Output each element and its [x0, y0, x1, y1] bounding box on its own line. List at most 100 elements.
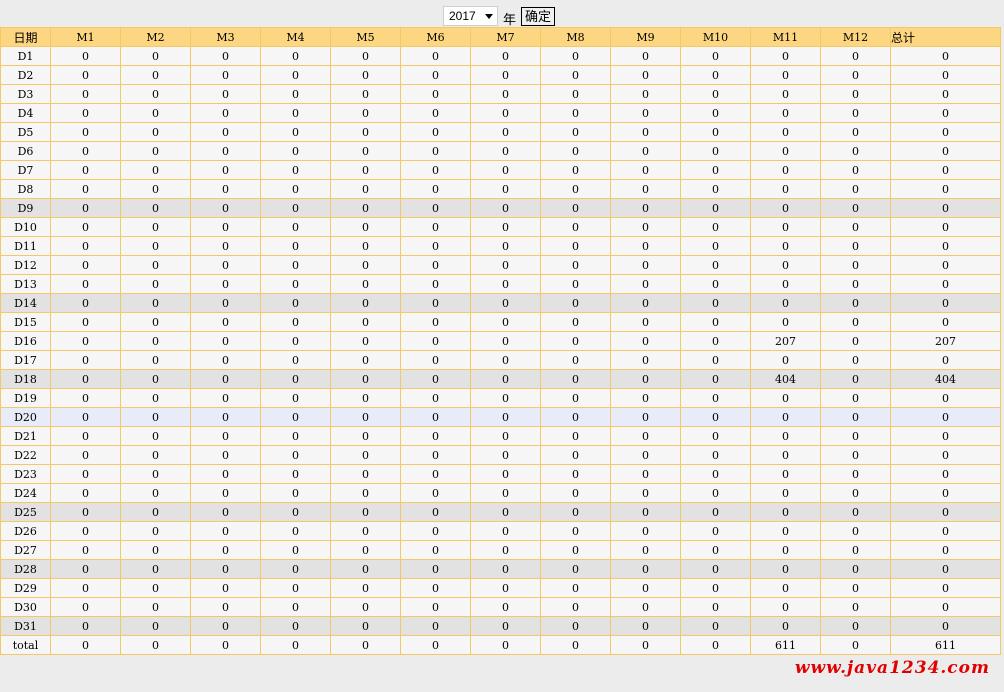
row-label: D18	[0, 369, 51, 389]
row-total-cell: 0	[890, 559, 1001, 579]
table-cell: 0	[540, 84, 611, 104]
table-row: D29 0 0 0 0 0 0 0 0 0 0 0 0 0	[0, 578, 1001, 598]
table-cell: 0	[750, 616, 821, 636]
table-cell: 0	[610, 122, 681, 142]
table-cell: 0	[540, 46, 611, 66]
table-cell: 0	[540, 483, 611, 503]
table-cell: 0	[610, 616, 681, 636]
table-cell: 0	[470, 217, 541, 237]
table-cell: 0	[750, 84, 821, 104]
row-total-cell: 0	[890, 217, 1001, 237]
table-cell: 0	[50, 464, 121, 484]
column-header-m12: M12	[820, 27, 891, 47]
row-total-cell: 611	[890, 635, 1001, 655]
table-cell: 0	[540, 198, 611, 218]
table-cell: 0	[260, 217, 331, 237]
table-cell: 0	[190, 578, 261, 598]
table-cell: 0	[750, 407, 821, 427]
row-label: D26	[0, 521, 51, 541]
table-cell: 0	[400, 331, 471, 351]
row-label: D29	[0, 578, 51, 598]
table-cell: 0	[610, 388, 681, 408]
table-row: D25 0 0 0 0 0 0 0 0 0 0 0 0 0	[0, 502, 1001, 522]
table-cell: 0	[470, 578, 541, 598]
table-cell: 0	[540, 445, 611, 465]
table-cell: 0	[680, 426, 751, 446]
table-cell: 0	[400, 407, 471, 427]
table-cell: 0	[50, 407, 121, 427]
table-cell: 0	[190, 616, 261, 636]
table-cell: 0	[400, 84, 471, 104]
table-cell: 0	[260, 46, 331, 66]
table-cell: 0	[610, 103, 681, 123]
table-cell: 0	[400, 521, 471, 541]
year-select[interactable]: 2017	[443, 6, 498, 26]
table-cell: 0	[120, 407, 191, 427]
table-cell: 0	[470, 445, 541, 465]
table-cell: 0	[330, 198, 401, 218]
table-cell: 0	[330, 578, 401, 598]
table-cell: 0	[260, 312, 331, 332]
table-cell: 0	[680, 160, 751, 180]
row-label: D20	[0, 407, 51, 427]
table-cell: 0	[260, 179, 331, 199]
table-cell: 0	[330, 616, 401, 636]
table-cell: 0	[820, 445, 891, 465]
table-cell: 0	[50, 274, 121, 294]
row-label: D2	[0, 65, 51, 85]
table-cell: 0	[50, 578, 121, 598]
table-cell: 0	[820, 578, 891, 598]
table-cell: 0	[470, 331, 541, 351]
table-cell: 0	[190, 312, 261, 332]
table-cell: 0	[330, 407, 401, 427]
table-cell: 0	[820, 84, 891, 104]
table-cell: 0	[680, 464, 751, 484]
table-cell: 0	[400, 179, 471, 199]
table-cell: 0	[540, 293, 611, 313]
row-total-cell: 0	[890, 103, 1001, 123]
table-cell: 0	[400, 616, 471, 636]
table-cell: 0	[610, 179, 681, 199]
table-row: D5 0 0 0 0 0 0 0 0 0 0 0 0 0	[0, 122, 1001, 142]
table-row: D13 0 0 0 0 0 0 0 0 0 0 0 0 0	[0, 274, 1001, 294]
table-cell: 0	[50, 293, 121, 313]
column-header-m7: M7	[470, 27, 541, 47]
table-cell: 0	[540, 236, 611, 256]
table-row: D10 0 0 0 0 0 0 0 0 0 0 0 0 0	[0, 217, 1001, 237]
table-cell: 0	[190, 160, 261, 180]
row-total-cell: 0	[890, 293, 1001, 313]
table-cell: 0	[610, 559, 681, 579]
table-cell: 0	[820, 312, 891, 332]
table-cell: 0	[330, 122, 401, 142]
table-cell: 0	[680, 274, 751, 294]
table-cell: 0	[50, 426, 121, 446]
table-cell: 0	[750, 521, 821, 541]
table-cell: 0	[470, 483, 541, 503]
table-cell: 0	[540, 274, 611, 294]
confirm-button[interactable]: 确定	[521, 7, 556, 26]
monthly-daily-table: 日期 M1 M2 M3 M4 M5 M6 M7 M8 M9 M10 M11 M12 总计 D1 0 0 0 0 0 0…	[0, 27, 1001, 655]
table-cell: 0	[50, 255, 121, 275]
row-total-cell: 0	[890, 464, 1001, 484]
table-cell: 0	[680, 559, 751, 579]
table-cell: 0	[680, 312, 751, 332]
row-label: D28	[0, 559, 51, 579]
chevron-down-icon[interactable]	[485, 13, 493, 19]
table-cell: 0	[190, 388, 261, 408]
table-cell: 0	[330, 312, 401, 332]
table-cell: 0	[540, 635, 611, 655]
table-cell: 0	[120, 122, 191, 142]
row-label: D27	[0, 540, 51, 560]
table-cell: 0	[540, 540, 611, 560]
table-cell: 0	[260, 464, 331, 484]
table-cell: 0	[820, 635, 891, 655]
table-cell: 0	[400, 274, 471, 294]
table-cell: 0	[820, 293, 891, 313]
table-row: D11 0 0 0 0 0 0 0 0 0 0 0 0 0	[0, 236, 1001, 256]
table-row: D15 0 0 0 0 0 0 0 0 0 0 0 0 0	[0, 312, 1001, 332]
table-cell: 0	[190, 65, 261, 85]
table-cell: 0	[750, 274, 821, 294]
row-total-cell: 0	[890, 274, 1001, 294]
table-cell: 0	[750, 179, 821, 199]
table-cell: 0	[330, 274, 401, 294]
